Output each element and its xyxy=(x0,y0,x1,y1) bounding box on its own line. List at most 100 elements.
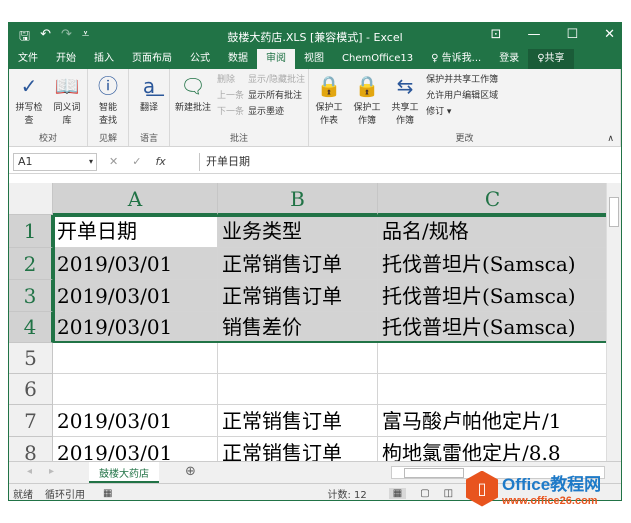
lock-sheet-icon: 🔒 xyxy=(316,74,342,98)
page-layout-view-button[interactable]: ▢ xyxy=(420,488,429,499)
group-proofing: ✓ 拼写检查 📖 同义词库 校对 xyxy=(9,69,88,146)
tab-home[interactable]: 开始 xyxy=(47,49,85,69)
tab-chemoffice[interactable]: ChemOffice13 xyxy=(333,49,422,69)
lock-workbook-icon: 🔒 xyxy=(354,74,380,98)
cell[interactable]: 富马酸卢帕他定片/1 xyxy=(378,405,608,437)
share-button[interactable]: ♀共享 xyxy=(528,49,574,69)
sheet-tab[interactable]: 鼓楼大药店 xyxy=(89,462,159,483)
thesaurus-button[interactable]: 📖 同义词库 xyxy=(50,72,84,130)
protect-workbook-button[interactable]: 🔒 保护工作簿 xyxy=(350,72,384,130)
show-hide-comment-button[interactable]: 显示/隐藏批注 xyxy=(248,72,305,85)
protect-sheet-button[interactable]: 🔒 保护工作表 xyxy=(312,72,346,130)
prev-comment-button[interactable]: 上一条 xyxy=(217,88,244,101)
cell[interactable]: 品名/规格 xyxy=(378,215,608,248)
row-header[interactable]: 1 xyxy=(9,215,53,248)
normal-view-button[interactable]: ▦ xyxy=(388,487,407,499)
add-sheet-icon[interactable]: ⊕ xyxy=(185,464,196,479)
tab-file[interactable]: 文件 xyxy=(9,49,47,69)
tab-data[interactable]: 数据 xyxy=(219,49,257,69)
row-header[interactable]: 8 xyxy=(9,437,53,461)
cell[interactable]: 2019/03/01 xyxy=(53,280,218,312)
page-break-view-button[interactable]: ◫ xyxy=(444,488,453,499)
collapse-ribbon-icon[interactable]: ∧ xyxy=(607,134,614,144)
name-box[interactable]: A1 ▾ xyxy=(13,152,97,171)
insert-function-button[interactable]: fx xyxy=(155,155,165,168)
row-header[interactable]: 5 xyxy=(9,343,53,374)
group-insights: ⓘ 智能查找 见解 xyxy=(88,69,129,146)
allow-edit-ranges-button[interactable]: 允许用户编辑区域 xyxy=(426,88,498,101)
sign-in-link[interactable]: 登录 xyxy=(490,49,528,69)
row-header[interactable]: 4 xyxy=(9,312,53,343)
tab-insert[interactable]: 插入 xyxy=(85,49,123,69)
cell[interactable]: 正常销售订单 xyxy=(218,405,378,437)
tab-review[interactable]: 审阅 xyxy=(257,49,295,69)
close-button[interactable]: ✕ xyxy=(604,27,615,42)
enter-icon[interactable]: ✓ xyxy=(132,155,141,168)
cell[interactable]: 2019/03/01 xyxy=(53,248,218,280)
cell[interactable]: 业务类型 xyxy=(218,215,378,248)
group-comments: 🗨 新建批注 删除 上一条 下一条 显示/隐藏批注 显示所有批注 显示墨迹 批注 xyxy=(170,69,310,146)
column-header-C[interactable]: C xyxy=(378,183,608,215)
column-header-A[interactable]: A xyxy=(53,183,218,215)
cell[interactable]: 2019/03/01 xyxy=(53,437,218,461)
tab-page-layout[interactable]: 页面布局 xyxy=(123,49,181,69)
cell[interactable]: 2019/03/01 xyxy=(53,405,218,437)
formula-bar: A1 ▾ ✕ ✓ fx 开单日期 xyxy=(9,150,621,174)
cell[interactable] xyxy=(378,343,608,374)
macro-record-icon[interactable]: ▦ xyxy=(103,488,112,499)
row-header[interactable]: 2 xyxy=(9,248,53,280)
tell-me-search[interactable]: ♀ 告诉我... xyxy=(422,49,490,69)
protect-share-button[interactable]: 保护并共享工作簿 xyxy=(426,72,498,85)
status-circular: 循环引用 xyxy=(45,489,85,501)
ribbon-tabs: 文件 开始 插入 页面布局 公式 数据 审阅 视图 ChemOffice13 ♀… xyxy=(9,49,621,69)
group-changes: 🔒 保护工作表 🔒 保护工作簿 ⇆ 共享工作簿 保护并共享工作簿 允许用户编辑区域 修… xyxy=(309,69,621,146)
cell[interactable] xyxy=(218,374,378,405)
maximize-button[interactable]: ☐ xyxy=(566,27,578,42)
cell[interactable]: 枸地氯雷他定片/8.8 xyxy=(378,437,608,461)
cell[interactable]: 开单日期 xyxy=(53,215,218,248)
scroll-thumb[interactable] xyxy=(609,197,619,227)
excel-window: 🖫 ↶ ↷ ⩡ 鼓楼大药店.XLS [兼容模式] - Excel ⊡ — ☐ ✕… xyxy=(8,22,622,501)
cell[interactable]: 2019/03/01 xyxy=(53,312,218,343)
show-all-comments-button[interactable]: 显示所有批注 xyxy=(248,88,305,101)
cancel-icon[interactable]: ✕ xyxy=(109,155,118,168)
status-ready: 就绪 xyxy=(13,489,33,501)
cell[interactable]: 正常销售订单 xyxy=(218,280,378,312)
scroll-thumb[interactable] xyxy=(404,468,464,478)
new-comment-button[interactable]: 🗨 新建批注 xyxy=(173,72,213,130)
show-ink-button[interactable]: 显示墨迹 xyxy=(248,104,305,117)
row-header[interactable]: 7 xyxy=(9,405,53,437)
watermark-logo: ▯ Office教程网 www.office26.com xyxy=(466,470,601,507)
spell-check-button[interactable]: ✓ 拼写检查 xyxy=(12,72,46,130)
cell[interactable]: 托伐普坦片(Samsca) xyxy=(378,280,608,312)
tab-formulas[interactable]: 公式 xyxy=(181,49,219,69)
next-comment-button[interactable]: 下一条 xyxy=(217,104,244,117)
translate-button[interactable]: a͟ 翻译 xyxy=(132,72,166,130)
cell[interactable]: 托伐普坦片(Samsca) xyxy=(378,312,608,343)
column-header-B[interactable]: B xyxy=(218,183,378,215)
office-logo-icon: ▯ xyxy=(466,470,498,507)
cell[interactable] xyxy=(378,374,608,405)
status-count: 计数: 12 xyxy=(327,489,367,501)
vertical-scrollbar[interactable] xyxy=(606,183,621,461)
ribbon-display-icon[interactable]: ⊡ xyxy=(491,27,502,42)
share-workbook-button[interactable]: ⇆ 共享工作簿 xyxy=(388,72,422,130)
track-changes-button[interactable]: 修订 ▾ xyxy=(426,104,498,117)
cell[interactable]: 正常销售订单 xyxy=(218,437,378,461)
tab-view[interactable]: 视图 xyxy=(295,49,333,69)
row-header[interactable]: 3 xyxy=(9,280,53,312)
delete-comment-button[interactable]: 删除 xyxy=(217,72,244,85)
row-header[interactable]: 6 xyxy=(9,374,53,405)
minimize-button[interactable]: — xyxy=(527,27,540,42)
smart-lookup-button[interactable]: ⓘ 智能查找 xyxy=(91,72,125,130)
cell[interactable] xyxy=(53,343,218,374)
next-sheet-icon[interactable]: ▸ xyxy=(49,466,54,477)
prev-sheet-icon[interactable]: ◂ xyxy=(27,466,32,477)
cell[interactable] xyxy=(218,343,378,374)
cell[interactable]: 销售差价 xyxy=(218,312,378,343)
formula-input[interactable]: 开单日期 xyxy=(199,152,621,171)
cell[interactable]: 正常销售订单 xyxy=(218,248,378,280)
cell[interactable] xyxy=(53,374,218,405)
cell[interactable]: 托伐普坦片(Samsca) xyxy=(378,248,608,280)
select-all-corner[interactable] xyxy=(9,183,53,215)
